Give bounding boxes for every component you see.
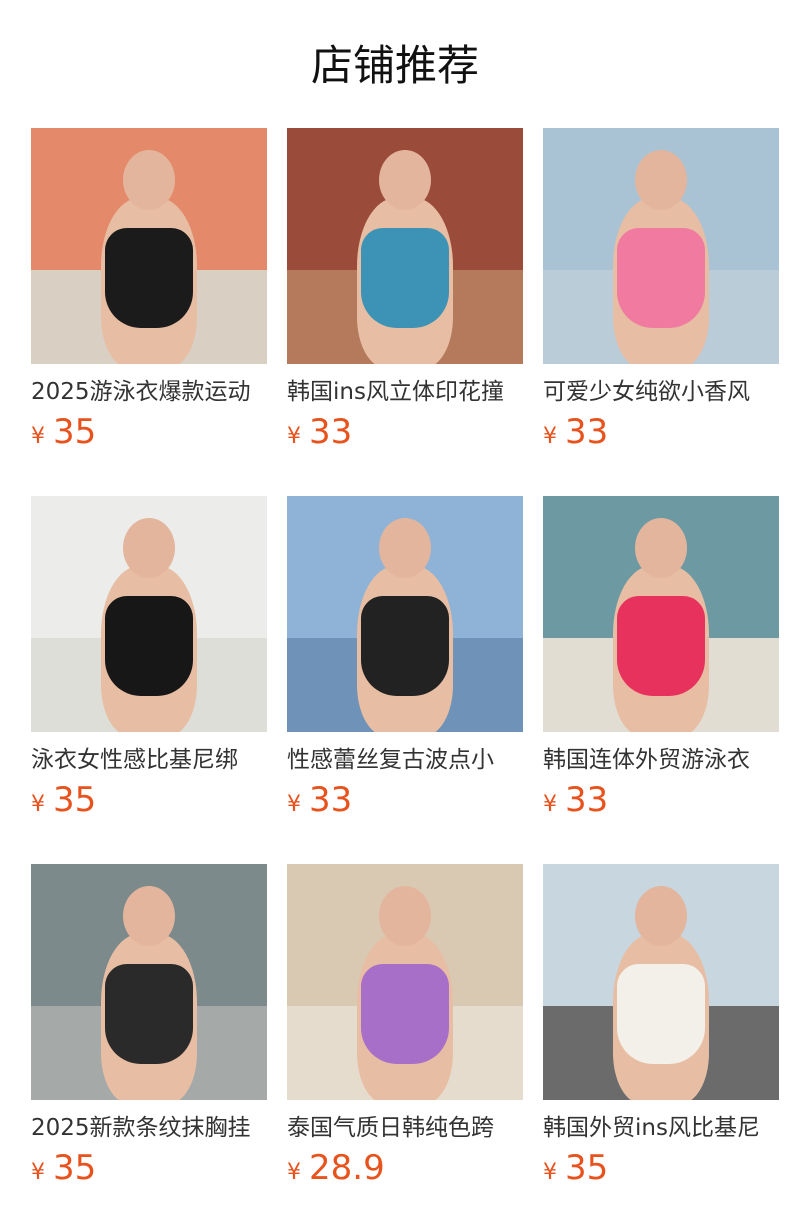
currency-symbol: ¥ — [287, 424, 301, 449]
product-card[interactable]: 韩国连体外贸游泳衣 ¥33 — [543, 496, 779, 864]
product-price: ¥33 — [543, 780, 779, 826]
price-amount: 33 — [309, 412, 353, 452]
currency-symbol: ¥ — [287, 792, 301, 817]
currency-symbol: ¥ — [543, 1160, 557, 1185]
product-row: 2025游泳衣爆款运动 ¥35 韩国ins风立体印花撞 ¥33 可爱少女纯欲小香… — [31, 128, 779, 496]
currency-symbol: ¥ — [31, 1160, 45, 1185]
product-price: ¥35 — [543, 1148, 779, 1194]
product-name[interactable]: 可爱少女纯欲小香风 — [543, 374, 779, 410]
product-name[interactable]: 韩国连体外贸游泳衣 — [543, 742, 779, 778]
product-image[interactable] — [543, 864, 779, 1100]
product-name[interactable]: 韩国外贸ins风比基尼 — [543, 1110, 779, 1146]
product-price: ¥35 — [31, 412, 267, 458]
product-card[interactable]: 2025游泳衣爆款运动 ¥35 — [31, 128, 267, 496]
product-price: ¥33 — [287, 412, 523, 458]
price-amount: 33 — [309, 780, 353, 820]
product-card[interactable]: 泳衣女性感比基尼绑 ¥35 — [31, 496, 267, 864]
currency-symbol: ¥ — [543, 424, 557, 449]
product-name[interactable]: 韩国ins风立体印花撞 — [287, 374, 523, 410]
product-image[interactable] — [31, 128, 267, 364]
product-grid: 2025游泳衣爆款运动 ¥35 韩国ins风立体印花撞 ¥33 可爱少女纯欲小香… — [31, 128, 779, 1232]
product-image[interactable] — [31, 496, 267, 732]
product-row: 2025新款条纹抹胸挂 ¥35 泰国气质日韩纯色跨 ¥28.9 韩国外贸ins风… — [31, 864, 779, 1232]
price-amount: 28.9 — [309, 1148, 385, 1188]
product-image[interactable] — [543, 496, 779, 732]
product-card[interactable]: 泰国气质日韩纯色跨 ¥28.9 — [287, 864, 523, 1232]
product-image[interactable] — [287, 128, 523, 364]
product-card[interactable]: 韩国ins风立体印花撞 ¥33 — [287, 128, 523, 496]
product-card[interactable]: 可爱少女纯欲小香风 ¥33 — [543, 128, 779, 496]
currency-symbol: ¥ — [31, 424, 45, 449]
product-card[interactable]: 性感蕾丝复古波点小 ¥33 — [287, 496, 523, 864]
product-image[interactable] — [287, 496, 523, 732]
product-image[interactable] — [543, 128, 779, 364]
product-price: ¥33 — [287, 780, 523, 826]
product-name[interactable]: 2025新款条纹抹胸挂 — [31, 1110, 267, 1146]
product-price: ¥33 — [543, 412, 779, 458]
price-amount: 35 — [53, 412, 97, 452]
product-price: ¥35 — [31, 780, 267, 826]
price-amount: 35 — [53, 780, 97, 820]
product-card[interactable]: 韩国外贸ins风比基尼 ¥35 — [543, 864, 779, 1232]
currency-symbol: ¥ — [543, 792, 557, 817]
product-name[interactable]: 泳衣女性感比基尼绑 — [31, 742, 267, 778]
product-price: ¥35 — [31, 1148, 267, 1194]
price-amount: 33 — [565, 412, 609, 452]
product-name[interactable]: 泰国气质日韩纯色跨 — [287, 1110, 523, 1146]
currency-symbol: ¥ — [31, 792, 45, 817]
product-name[interactable]: 性感蕾丝复古波点小 — [287, 742, 523, 778]
product-row: 泳衣女性感比基尼绑 ¥35 性感蕾丝复古波点小 ¥33 韩国连体外贸游泳衣 ¥3… — [31, 496, 779, 864]
product-card[interactable]: 2025新款条纹抹胸挂 ¥35 — [31, 864, 267, 1232]
price-amount: 35 — [53, 1148, 97, 1188]
currency-symbol: ¥ — [287, 1160, 301, 1185]
product-image[interactable] — [287, 864, 523, 1100]
product-name[interactable]: 2025游泳衣爆款运动 — [31, 374, 267, 410]
price-amount: 35 — [565, 1148, 609, 1188]
section-title: 店铺推荐 — [310, 41, 479, 90]
product-image[interactable] — [31, 864, 267, 1100]
price-amount: 33 — [565, 780, 609, 820]
product-price: ¥28.9 — [287, 1148, 523, 1194]
